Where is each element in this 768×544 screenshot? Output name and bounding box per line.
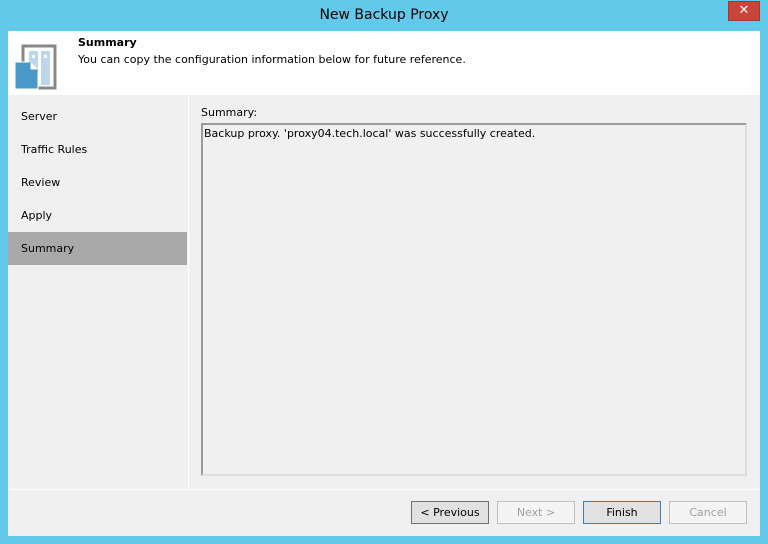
title-bar: New Backup Proxy ✕: [0, 0, 768, 31]
wizard-steps: Server Traffic Rules Review Apply Summar…: [8, 95, 187, 489]
summary-label: Summary:: [201, 106, 258, 119]
nav-item-apply[interactable]: Apply: [8, 199, 187, 232]
step-title: Summary: [78, 36, 137, 49]
nav-item-server[interactable]: Server: [8, 100, 187, 133]
finish-button[interactable]: Finish: [583, 501, 661, 524]
proxy-wizard-icon: [14, 44, 57, 90]
window-title: New Backup Proxy: [319, 7, 449, 23]
divider: [188, 95, 189, 489]
nav-item-traffic-rules[interactable]: Traffic Rules: [8, 133, 187, 166]
summary-textarea[interactable]: Backup proxy. 'proxy04.tech.local' was s…: [201, 123, 747, 476]
wizard-window: Summary You can copy the configuration i…: [8, 31, 760, 536]
wizard-header: Summary You can copy the configuration i…: [8, 31, 760, 95]
divider: [8, 489, 760, 490]
step-description: You can copy the configuration informati…: [78, 53, 466, 66]
cancel-button[interactable]: Cancel: [669, 501, 747, 524]
nav-item-summary[interactable]: Summary: [8, 232, 187, 265]
nav-item-review[interactable]: Review: [8, 166, 187, 199]
next-button[interactable]: Next >: [497, 501, 575, 524]
close-button[interactable]: ✕: [728, 1, 760, 21]
previous-button[interactable]: < Previous: [411, 501, 489, 524]
